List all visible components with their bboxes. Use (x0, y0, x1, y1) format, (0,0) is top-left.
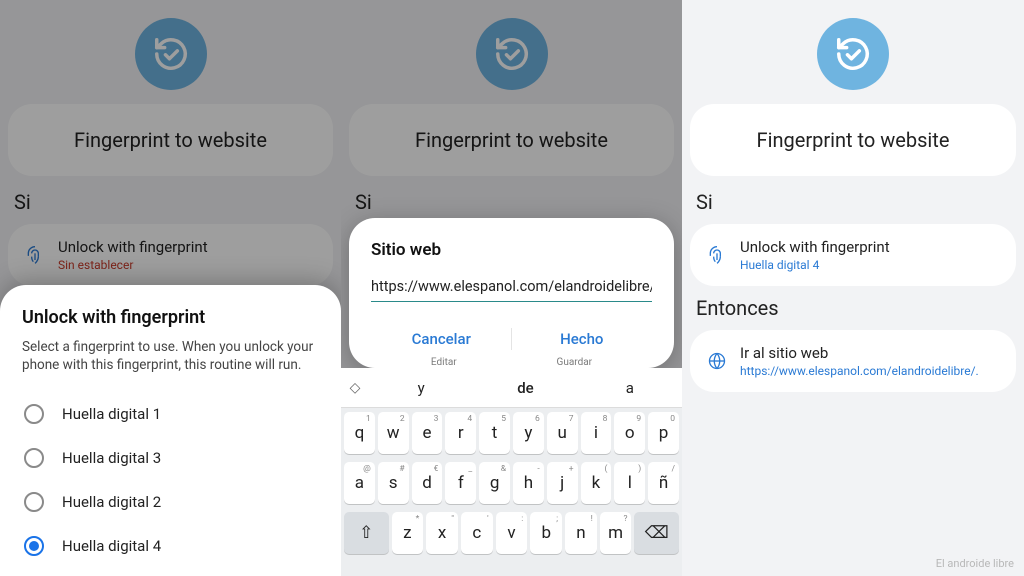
key-d[interactable]: €d (412, 462, 443, 504)
row-unlock-fingerprint[interactable]: Unlock with fingerprint Huella digital 4 (690, 224, 1016, 286)
key-h[interactable]: -h (513, 462, 544, 504)
suggestion[interactable]: y (369, 379, 473, 397)
radio-label: Huella digital 2 (62, 493, 161, 511)
fingerprint-picker-sheet: Unlock with fingerprint Select a fingerp… (0, 285, 341, 576)
sheet-title: Unlock with fingerprint (22, 307, 319, 328)
key-c[interactable]: 'c (461, 512, 493, 554)
url-input[interactable] (371, 274, 652, 302)
radio-icon (24, 536, 44, 556)
key-b[interactable]: ;b (530, 512, 562, 554)
panel-url-dialog: Fingerprint to website Si Sitio web Canc… (341, 0, 682, 576)
row-subtitle: Sin establecer (58, 258, 317, 272)
radio-icon (24, 448, 44, 468)
sheet-description: Select a fingerprint to use. When you un… (22, 338, 319, 374)
shift-key[interactable]: ⇧ (344, 512, 389, 554)
radio-icon (24, 404, 44, 424)
key-q[interactable]: 1q (344, 412, 375, 454)
ghost-text: Guardar (557, 357, 593, 368)
key-z[interactable]: *z (392, 512, 424, 554)
header-card: Fingerprint to website (8, 104, 333, 176)
keyboard-row: ⇧ *z"x'c:v;b!n?m ⌫ (341, 508, 682, 558)
radio-label: Huella digital 3 (62, 449, 161, 467)
key-f[interactable]: _f (445, 462, 476, 504)
done-button[interactable]: Hecho (512, 320, 653, 358)
radio-label: Huella digital 1 (62, 405, 161, 423)
key-n[interactable]: !n (565, 512, 597, 554)
header-card: Fingerprint to website (349, 104, 674, 176)
key-v[interactable]: :v (496, 512, 528, 554)
key-ñ[interactable]: /ñ (648, 462, 679, 504)
key-a[interactable]: @a (344, 462, 375, 504)
key-t[interactable]: 5t (479, 412, 510, 454)
row-subtitle: Huella digital 4 (740, 258, 1000, 272)
key-j[interactable]: +j (547, 462, 578, 504)
globe-icon (706, 350, 728, 372)
fingerprint-icon (24, 244, 46, 266)
key-y[interactable]: 6y (513, 412, 544, 454)
row-title: Unlock with fingerprint (58, 238, 317, 256)
refresh-check-icon (476, 18, 548, 90)
suggestion-bar: ◇ y de a (341, 368, 682, 408)
key-u[interactable]: 7u (547, 412, 578, 454)
key-o[interactable]: 9o (614, 412, 645, 454)
panel-result: Fingerprint to website Si Unlock with fi… (682, 0, 1024, 576)
background: Fingerprint to website Si Unlock with fi… (682, 0, 1024, 576)
key-r[interactable]: 4r (445, 412, 476, 454)
key-s[interactable]: #s (378, 462, 409, 504)
cancel-button[interactable]: Cancelar (371, 320, 512, 358)
section-si: Si (355, 190, 682, 214)
fingerprint-icon (706, 244, 728, 266)
panel-fingerprint-select: Fingerprint to website Si Unlock with fi… (0, 0, 341, 576)
backspace-key[interactable]: ⌫ (634, 512, 679, 554)
website-dialog: Sitio web Cancelar Hecho (349, 218, 674, 368)
section-entonces: Entonces (696, 296, 1024, 320)
radio-option[interactable]: Huella digital 1 (22, 392, 319, 436)
radio-icon (24, 492, 44, 512)
row-unlock-fingerprint[interactable]: Unlock with fingerprint Sin establecer (8, 224, 333, 286)
section-si: Si (14, 190, 341, 214)
ghost-text: Editar (431, 357, 457, 368)
keyboard: ◇ y de a 1q2w3e4r5t6y7u8i9o0p @a#s€d_f&g… (341, 368, 682, 576)
suggestion-expand-icon[interactable]: ◇ (341, 380, 369, 396)
header-card: Fingerprint to website (690, 104, 1016, 176)
watermark: El androide libre (936, 557, 1014, 570)
row-title: Unlock with fingerprint (740, 238, 1000, 256)
key-w[interactable]: 2w (378, 412, 409, 454)
keyboard-row: @a#s€d_f&g-h+j(k)l/ñ (341, 458, 682, 508)
key-x[interactable]: "x (426, 512, 458, 554)
key-k[interactable]: (k (581, 462, 612, 504)
key-g[interactable]: &g (479, 462, 510, 504)
key-i[interactable]: 8i (581, 412, 612, 454)
suggestion[interactable]: a (578, 379, 682, 397)
row-title: Ir al sitio web (740, 344, 1000, 362)
key-p[interactable]: 0p (648, 412, 679, 454)
radio-option[interactable]: Huella digital 3 (22, 436, 319, 480)
radio-option[interactable]: Huella digital 2 (22, 480, 319, 524)
radio-label: Huella digital 4 (62, 537, 161, 555)
refresh-check-icon (817, 18, 889, 90)
row-goto-website[interactable]: Ir al sitio web https://www.elespanol.co… (690, 330, 1016, 392)
refresh-check-icon (135, 18, 207, 90)
dialog-title: Sitio web (371, 240, 652, 260)
section-si: Si (696, 190, 1024, 214)
row-subtitle: https://www.elespanol.com/elandroidelibr… (740, 364, 1000, 378)
keyboard-row: 1q2w3e4r5t6y7u8i9o0p (341, 408, 682, 458)
key-l[interactable]: )l (614, 462, 645, 504)
suggestion[interactable]: de (473, 379, 577, 397)
key-e[interactable]: 3e (412, 412, 443, 454)
radio-option[interactable]: Huella digital 4 (22, 524, 319, 568)
key-m[interactable]: ?m (600, 512, 632, 554)
